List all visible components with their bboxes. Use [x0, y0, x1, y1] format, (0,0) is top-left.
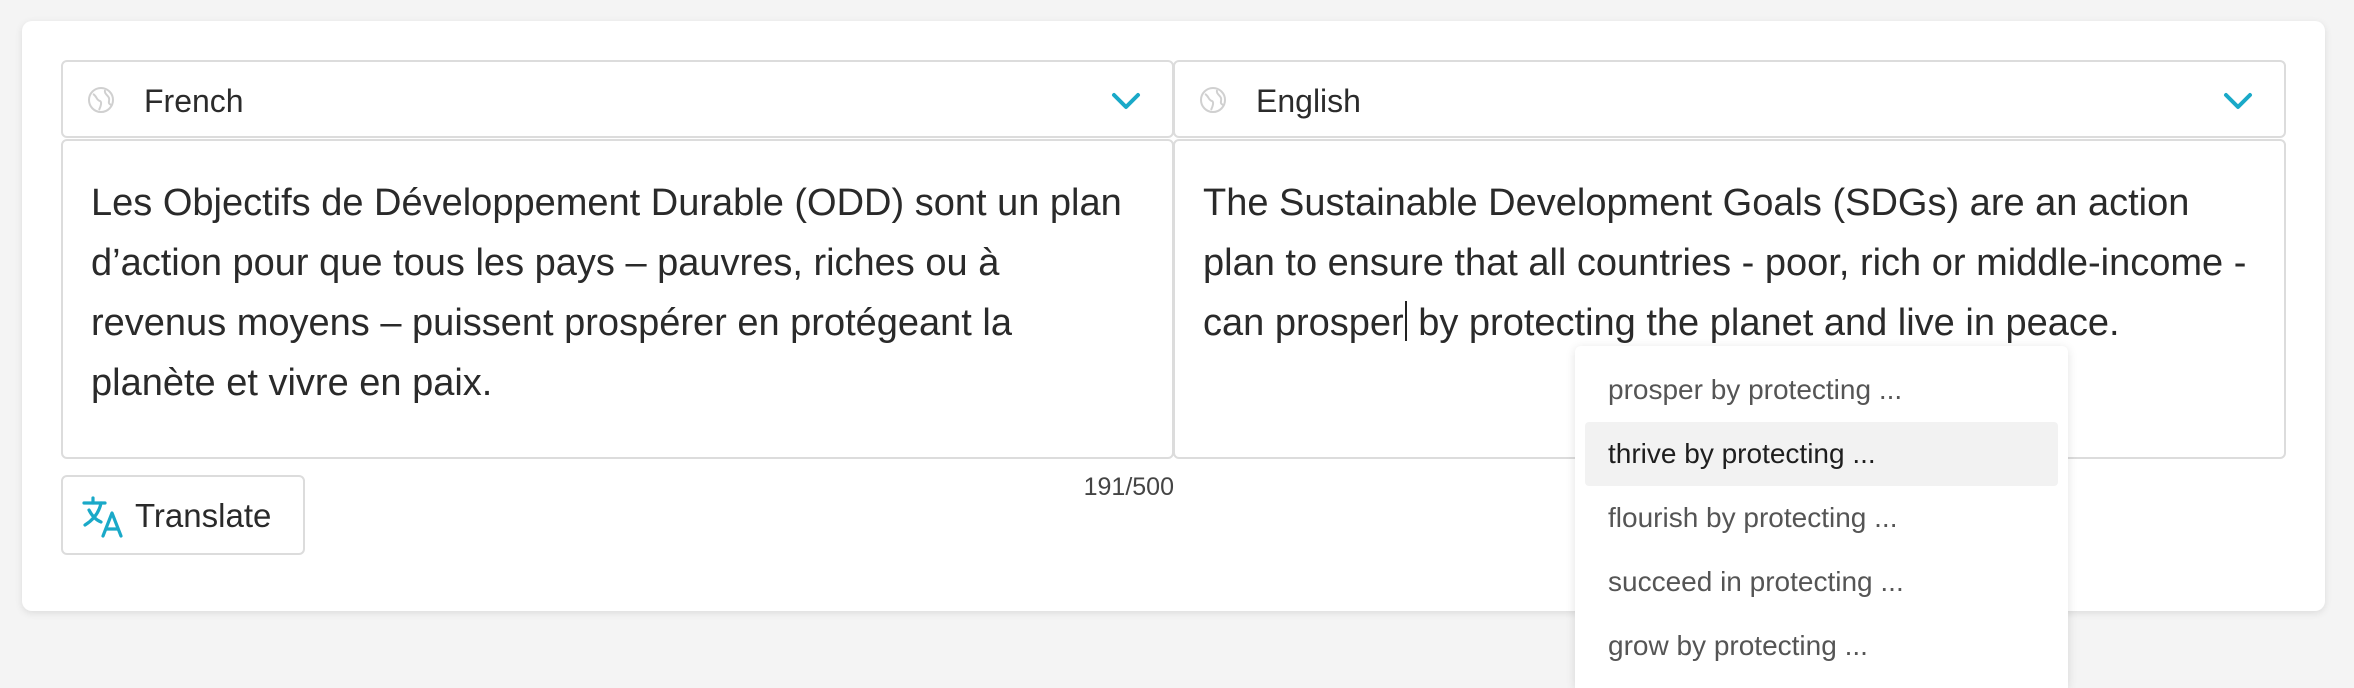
- source-language-label: French: [144, 83, 244, 119]
- suggestion-dropdown: prosper by protecting ... thrive by prote…: [1575, 346, 2068, 688]
- chevron-down-icon[interactable]: [2222, 90, 2254, 112]
- translate-button-label: Translate: [135, 497, 272, 534]
- character-counter: 191/500: [1083, 473, 1174, 501]
- text-cursor: [1404, 301, 1407, 341]
- globe-icon: [88, 87, 114, 113]
- suggestion-item[interactable]: flourish by protecting ...: [1585, 486, 2058, 550]
- target-text-after-cursor: by protecting the planet and live in pea…: [1407, 302, 2120, 344]
- suggestion-item[interactable]: prosper by protecting ...: [1585, 358, 2058, 422]
- source-language-select[interactable]: French: [61, 60, 1174, 138]
- suggestion-item[interactable]: succeed in protecting ...: [1585, 550, 2058, 614]
- translate-icon: [82, 496, 123, 538]
- translate-button[interactable]: Translate: [61, 475, 305, 555]
- suggestion-item[interactable]: thrive by protecting ...: [1585, 422, 2058, 486]
- source-text-area[interactable]: Les Objectifs de Développement Durable (…: [61, 139, 1174, 459]
- globe-icon: [1200, 87, 1226, 113]
- target-language-select[interactable]: English: [1173, 60, 2286, 138]
- source-text: Les Objectifs de Développement Durable (…: [91, 182, 1122, 404]
- target-language-label: English: [1256, 83, 1361, 119]
- suggestion-item[interactable]: grow by protecting ...: [1585, 614, 2058, 678]
- chevron-down-icon[interactable]: [1110, 90, 1142, 112]
